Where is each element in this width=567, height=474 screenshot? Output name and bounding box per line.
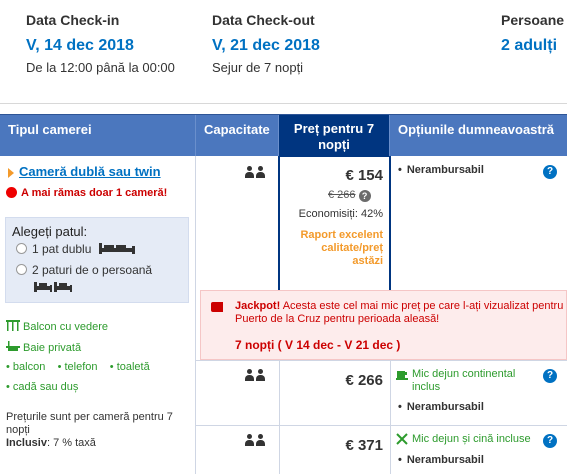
person-icon: [245, 166, 254, 178]
divider: [195, 156, 196, 474]
amenity-label: Balcon cu vedere: [23, 321, 108, 333]
jackpot-banner: Jackpot! Acesta este cel mai mic preț pe…: [200, 290, 567, 360]
checkout-label: Data Check-out: [212, 12, 315, 28]
info-icon[interactable]: ?: [543, 369, 557, 383]
person-icon: [256, 434, 265, 446]
col-room-type: Tipul camerei: [0, 115, 196, 157]
jackpot-text: Jackpot! Acesta este cel mai mic preț pe…: [235, 300, 565, 326]
capacity-two-adults: [245, 434, 267, 446]
guests-block: Persoane 2 adulți: [501, 12, 564, 55]
price-current: € 371: [345, 437, 383, 454]
col-options: Opțiunile dumneavoastră: [398, 122, 555, 137]
checkin-block: Data Check-in V, 14 dec 2018 De la 12:00…: [26, 12, 175, 75]
col-price[interactable]: Preț pentru 7 nopți: [279, 115, 390, 157]
jackpot-message: Acesta este cel mai mic preț pe care l-a…: [235, 300, 564, 325]
feature-item: • telefon: [57, 361, 98, 373]
bed-option-label: 1 pat dublu: [32, 242, 92, 256]
person-icon: [245, 369, 254, 381]
option-nonrefundable: Nerambursabil: [398, 401, 484, 413]
divider: [278, 156, 280, 290]
price-current: € 154: [345, 167, 383, 184]
divider: [389, 156, 391, 290]
divider: [390, 360, 391, 474]
jackpot-dates: 7 nopți ( V 14 dec - V 21 dec ): [235, 338, 401, 352]
option-half-board: Mic dejun și cină incluse: [412, 433, 531, 445]
guests-label: Persoane: [501, 12, 565, 28]
option-nonrefundable: Nerambursabil: [398, 454, 484, 466]
tax-value: : 7 % taxă: [46, 437, 96, 449]
stay-length: Sejur de 7 nopți: [212, 60, 304, 75]
feature-list: • balcon • telefon • toaletă: [6, 361, 150, 373]
balcony-icon: [6, 320, 20, 331]
savings-text: Economisiți: 42%: [298, 208, 383, 220]
twin-beds-icon: [33, 279, 73, 298]
amenity-balcony-view: Balcon cu vedere: [6, 320, 108, 333]
scarcity-notice: A mai rămas doar 1 cameră!: [6, 187, 167, 199]
guests-value[interactable]: 2 adulți: [501, 37, 564, 55]
price-tag-icon: [211, 302, 223, 312]
divider: [196, 425, 567, 426]
bed-option-double[interactable]: 1 pat dublu: [16, 241, 136, 256]
checkout-date[interactable]: V, 21 dec 2018: [212, 37, 320, 55]
tax-note: Inclusiv: 7 % taxă: [6, 437, 96, 449]
divider: [279, 360, 280, 474]
info-icon[interactable]: ?: [543, 165, 557, 179]
bed-option-label: 2 paturi de o persoană: [32, 263, 153, 277]
person-icon: [245, 434, 254, 446]
bed-choice-title: Alegeți patul:: [12, 224, 88, 239]
cutlery-icon: [396, 433, 408, 445]
rooms-table-header: Tipul camerei Capacitate Preț pentru 7 n…: [0, 114, 567, 157]
checkin-label: Data Check-in: [26, 12, 120, 28]
capacity-two-adults: [245, 166, 267, 178]
radio-button[interactable]: [16, 243, 27, 254]
checkout-block: Data Check-out V, 21 dec 2018 Sejur de 7…: [212, 12, 320, 75]
amenity-private-bath: Baie privată: [6, 341, 81, 354]
jackpot-label: Jackpot!: [235, 300, 281, 312]
tax-label: Inclusiv: [6, 437, 47, 449]
room-name-link[interactable]: Cameră dublă sau twin: [8, 164, 161, 179]
double-bed-icon: [98, 243, 135, 254]
col-capacity: Capacitate: [196, 115, 279, 157]
price-current: € 266: [345, 372, 383, 389]
checkin-time: De la 12:00 până la 00:00: [26, 60, 175, 75]
caret-right-icon: [8, 167, 14, 178]
feature-item: • balcon: [6, 361, 46, 373]
old-price-block: € 266 ?: [328, 189, 371, 202]
bed-option-twin[interactable]: 2 paturi de o persoană: [16, 263, 152, 277]
info-icon[interactable]: ?: [543, 434, 557, 448]
amenity-label: Baie privată: [23, 342, 82, 354]
booking-summary: Data Check-in V, 14 dec 2018 De la 12:00…: [0, 0, 567, 104]
capacity-two-adults: [245, 369, 267, 381]
option-nonrefundable: Nerambursabil: [398, 164, 484, 176]
room-name-label: Cameră dublă sau twin: [19, 164, 161, 179]
bathtub-icon: [6, 341, 20, 351]
scarcity-text: A mai rămas doar 1 cameră!: [21, 187, 168, 199]
alert-dot-icon: [6, 187, 17, 198]
breakfast-icon: [396, 371, 408, 380]
question-icon[interactable]: ?: [358, 190, 371, 202]
value-rating: Raport excelent calitate/preț astăzi: [300, 229, 383, 267]
price-note: Prețurile sunt per cameră pentru 7 nopți: [6, 411, 173, 436]
feature-item: • toaletă: [109, 361, 150, 373]
person-icon: [256, 369, 265, 381]
feature-item: • cadă sau duș: [6, 381, 79, 393]
price-old: € 266: [328, 189, 356, 201]
person-icon: [256, 166, 265, 178]
divider: [196, 360, 567, 361]
option-breakfast: Mic dejun continental inclus: [412, 368, 516, 393]
checkin-date[interactable]: V, 14 dec 2018: [26, 37, 175, 55]
radio-button[interactable]: [16, 264, 27, 275]
